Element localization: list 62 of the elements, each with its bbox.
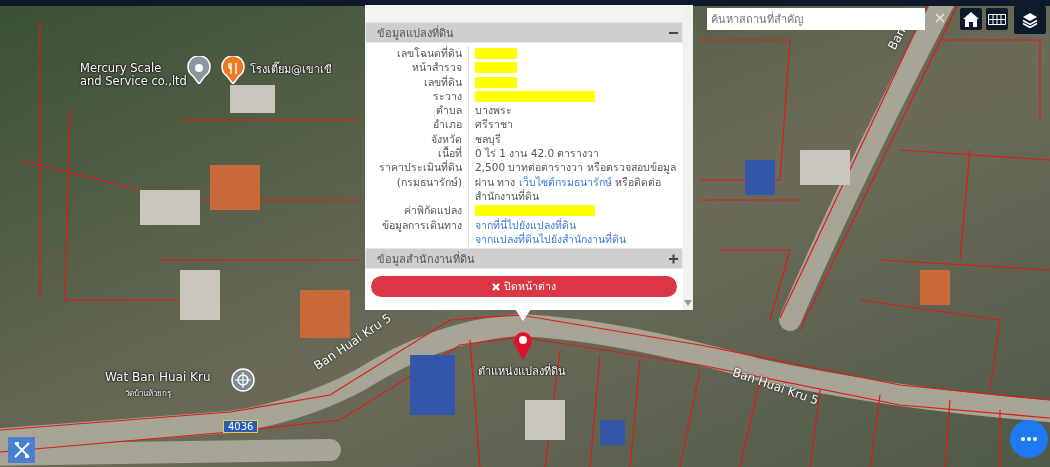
road-name-label: Ban Huai Kru 5 bbox=[730, 366, 821, 408]
directions-link[interactable]: จากแปลงที่ดินไปยังสำนักงานที่ดิน bbox=[475, 231, 626, 247]
redaction-block bbox=[475, 62, 517, 74]
field-value: ชลบุรี bbox=[475, 131, 501, 147]
layers-icon bbox=[1022, 12, 1038, 28]
tools-icon bbox=[12, 441, 31, 459]
home-icon bbox=[963, 11, 979, 27]
field-label: อำเภอ bbox=[433, 117, 462, 132]
place-label: Wat Ban Huai Kru bbox=[105, 371, 211, 384]
field-label: หน้าสำรวจ bbox=[412, 60, 462, 75]
more-icon bbox=[1021, 437, 1037, 441]
grid-icon bbox=[988, 13, 1006, 25]
field-label: ระวาง bbox=[433, 88, 462, 104]
treasury-website-link[interactable]: เว็บไซต์กรมธนารักษ์ bbox=[518, 175, 612, 188]
section-header[interactable]: ข้อมูลแปลงที่ดิน bbox=[365, 22, 683, 43]
field-label: เลขโฉนดที่ดิน bbox=[397, 46, 462, 61]
place-label: วัดบ้านห้วยกรุ bbox=[125, 388, 171, 400]
layers-button[interactable] bbox=[1014, 6, 1046, 34]
field-value: 0 ไร่ 1 งาน 42.0 ตารางวา bbox=[475, 146, 600, 161]
location-marker-icon[interactable] bbox=[187, 56, 211, 84]
place-label: Mercury Scale and Service co.,ltd bbox=[80, 62, 187, 88]
field-label: จังหวัด bbox=[431, 131, 462, 146]
redaction-block bbox=[475, 48, 517, 59]
building-roof bbox=[180, 270, 220, 320]
field-label: ราคาประเมินที่ดิน bbox=[379, 160, 462, 175]
close-window-button[interactable]: ปิดหน้าต่าง bbox=[371, 276, 677, 298]
field-value: บางพระ bbox=[475, 103, 512, 118]
expand-icon[interactable] bbox=[669, 253, 678, 264]
temple-marker-icon[interactable] bbox=[231, 368, 255, 392]
directions-link[interactable]: จากที่นี่ไปยังแปลงที่ดิน bbox=[475, 217, 576, 232]
building-roof bbox=[745, 160, 775, 195]
place-search-field[interactable]: ค้นหาสถานที่สำคัญ bbox=[707, 8, 925, 30]
building-roof bbox=[140, 190, 200, 225]
building-roof bbox=[525, 400, 565, 440]
building-roof bbox=[800, 150, 850, 185]
field-value: ศรีราชา bbox=[475, 117, 513, 132]
field-label: ค่าพิกัดแปลง bbox=[404, 203, 462, 218]
price-text: 2,500 บาทต่อตารางวา หรือตรวจสอบข้อมูลผ่าน ทาง เว็บไซต์กรมธนารักษ์ หรือติดต่อสำนักงานที่ดิน bbox=[475, 160, 677, 204]
section-title: ข้อมูลแปลงที่ดิน bbox=[377, 24, 454, 42]
restaurant-marker-icon[interactable] bbox=[221, 56, 245, 84]
scrollbar[interactable] bbox=[683, 5, 693, 310]
redaction-block bbox=[475, 76, 517, 88]
field-label: ข้อมูลการเดินทาง bbox=[382, 217, 462, 232]
building-roof bbox=[210, 165, 260, 210]
field-label: เลขที่ดิน bbox=[424, 74, 462, 89]
field-label: ตำบล bbox=[436, 103, 462, 118]
parcel-location-pin-icon[interactable] bbox=[513, 330, 533, 360]
close-icon bbox=[492, 282, 500, 291]
tools-button[interactable] bbox=[8, 437, 35, 463]
place-label: โรงเตี๊ยม@เขาเขี bbox=[250, 63, 332, 76]
field-label: เนื้อที่ bbox=[438, 146, 462, 160]
field-label: (กรมธนารักษ์) bbox=[396, 174, 462, 189]
home-button[interactable] bbox=[960, 8, 982, 30]
route-number-shield: 4036 bbox=[223, 420, 259, 433]
section-title: ข้อมูลสำนักงานที่ดิน bbox=[377, 250, 475, 268]
building-roof bbox=[410, 355, 455, 415]
building-roof bbox=[920, 270, 950, 305]
parcel-label: ตำแหน่งแปลงที่ดิน bbox=[478, 365, 566, 378]
section-header[interactable]: ข้อมูลสำนักงานที่ดิน bbox=[365, 248, 683, 270]
building-roof bbox=[600, 420, 625, 445]
grid-button[interactable] bbox=[986, 8, 1008, 30]
building-roof bbox=[230, 85, 275, 113]
